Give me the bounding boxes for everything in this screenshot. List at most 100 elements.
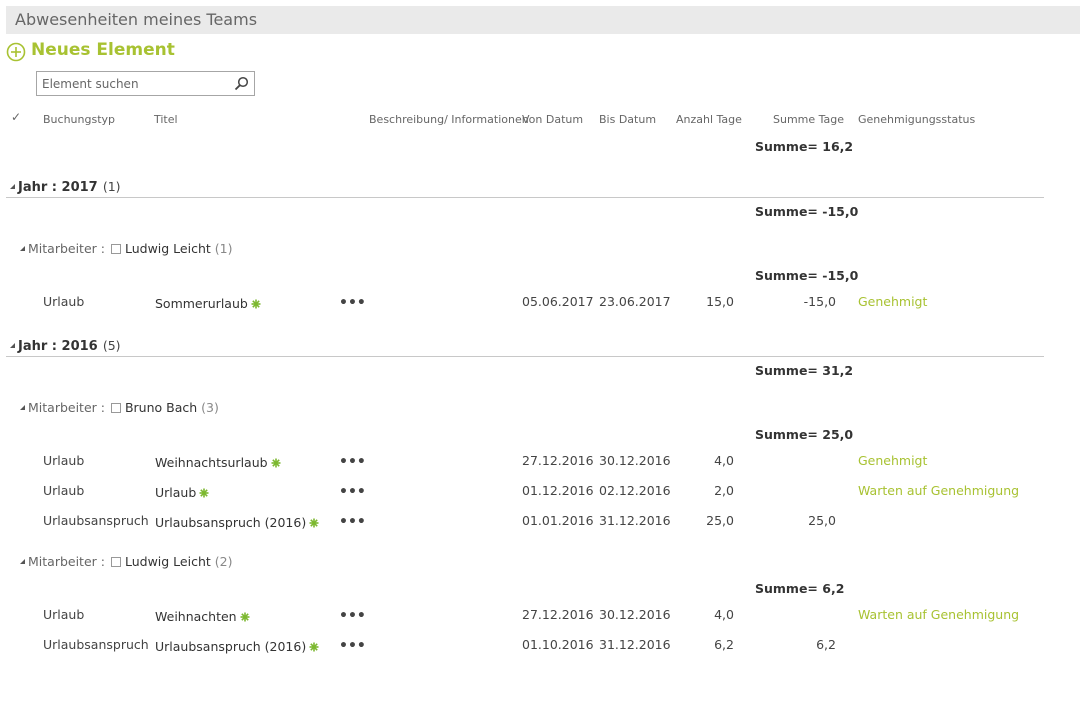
cell-von-datum: 27.12.2016: [522, 453, 594, 468]
cell-genehmigungsstatus: Warten auf Genehmigung: [858, 607, 1020, 622]
cell-von-datum: 27.12.2016: [522, 607, 594, 622]
page-title-bar: Abwesenheiten meines Teams: [6, 6, 1080, 34]
collapse-triangle-icon[interactable]: [20, 246, 25, 251]
subgroup-header-ludwig-leicht-2017[interactable]: Mitarbeiter : Ludwig Leicht (1): [20, 241, 232, 256]
title-link[interactable]: Urlaubsanspruch (2016): [155, 639, 306, 654]
column-header-von-datum[interactable]: Von Datum: [522, 113, 583, 126]
group-divider: [6, 356, 1044, 357]
cell-bis-datum: 23.06.2017: [599, 294, 671, 309]
cell-bis-datum: 02.12.2016: [599, 483, 671, 498]
cell-anzahl-tage: 6,2: [714, 637, 734, 652]
subgroup-name: Ludwig Leicht: [124, 554, 211, 569]
cell-bis-datum: 31.12.2016: [599, 637, 671, 652]
cell-von-datum: 01.12.2016: [522, 483, 594, 498]
cell-anzahl-tage: 2,0: [714, 483, 734, 498]
collapse-triangle-icon[interactable]: [10, 184, 15, 189]
collapse-triangle-icon[interactable]: [20, 559, 25, 564]
cell-buchungstyp: Urlaubsanspruch: [43, 637, 149, 652]
group-count: (1): [102, 179, 121, 194]
subgroup-header-bruno-bach[interactable]: Mitarbeiter : Bruno Bach (3): [20, 400, 219, 415]
cell-titel[interactable]: Weihnachtsurlaub: [155, 455, 281, 470]
person-checkbox-icon[interactable]: [110, 403, 121, 413]
person-checkbox-icon[interactable]: [110, 557, 121, 567]
cell-titel[interactable]: Urlaub: [155, 485, 209, 500]
more-options-button[interactable]: •••: [339, 638, 366, 654]
new-star-icon: [309, 642, 319, 652]
group-header-jahr-2016[interactable]: Jahr : 2016 (5): [10, 335, 121, 354]
title-link[interactable]: Urlaub: [155, 485, 196, 500]
group-label: Jahr : 2017: [18, 180, 98, 195]
column-header-anzahl-tage[interactable]: Anzahl Tage: [676, 113, 742, 126]
search-box: [36, 71, 255, 96]
group-divider: [6, 197, 1044, 198]
collapse-triangle-icon[interactable]: [20, 405, 25, 410]
more-options-button[interactable]: •••: [339, 454, 366, 470]
cell-summe-tage: 6,2: [816, 637, 836, 652]
new-star-icon: [309, 518, 319, 528]
collapse-triangle-icon[interactable]: [10, 343, 15, 348]
subgroup-name: Bruno Bach: [124, 400, 198, 415]
cell-von-datum: 05.06.2017: [522, 294, 594, 309]
cell-anzahl-tage: 15,0: [706, 294, 734, 309]
group-sum: Summe= -15,0: [755, 204, 859, 219]
cell-buchungstyp: Urlaub: [43, 453, 85, 468]
column-header-buchungstyp[interactable]: Buchungstyp: [43, 113, 115, 126]
select-all-check-icon[interactable]: ✓: [11, 110, 21, 124]
new-star-icon: [271, 458, 281, 468]
title-link[interactable]: Weihnachtsurlaub: [155, 455, 268, 470]
column-header-bis-datum[interactable]: Bis Datum: [599, 113, 656, 126]
subgroup-label: Mitarbeiter :: [28, 400, 105, 415]
cell-von-datum: 01.01.2016: [522, 513, 594, 528]
column-header-titel[interactable]: Titel: [154, 113, 178, 126]
title-link[interactable]: Weihnachten: [155, 609, 237, 624]
total-sum: Summe= 16,2: [755, 139, 854, 154]
cell-titel[interactable]: Sommerurlaub: [155, 296, 261, 311]
new-star-icon: [199, 488, 209, 498]
cell-genehmigungsstatus: Genehmigt: [858, 453, 928, 468]
subgroup-count: (1): [214, 241, 233, 256]
group-count: (5): [102, 338, 121, 353]
cell-bis-datum: 30.12.2016: [599, 453, 671, 468]
column-header-beschreibung[interactable]: Beschreibung/ Informationen: [369, 113, 529, 126]
column-header-genehmigungsstatus[interactable]: Genehmigungsstatus: [858, 113, 975, 126]
subgroup-sum: Summe= 25,0: [755, 427, 854, 442]
subgroup-header-ludwig-leicht-2016[interactable]: Mitarbeiter : Ludwig Leicht (2): [20, 554, 232, 569]
cell-anzahl-tage: 4,0: [714, 607, 734, 622]
group-header-jahr-2017[interactable]: Jahr : 2017 (1): [10, 176, 121, 195]
cell-anzahl-tage: 25,0: [706, 513, 734, 528]
new-item-label: Neues Element: [31, 40, 175, 60]
page-title: Abwesenheiten meines Teams: [15, 10, 258, 29]
cell-summe-tage: 25,0: [808, 513, 836, 528]
cell-anzahl-tage: 4,0: [714, 453, 734, 468]
group-sum: Summe= 31,2: [755, 363, 854, 378]
cell-genehmigungsstatus: Warten auf Genehmigung: [858, 483, 1020, 498]
more-options-button[interactable]: •••: [339, 608, 366, 624]
cell-von-datum: 01.10.2016: [522, 637, 594, 652]
cell-buchungstyp: Urlaubsanspruch: [43, 513, 149, 528]
cell-bis-datum: 31.12.2016: [599, 513, 671, 528]
subgroup-label: Mitarbeiter :: [28, 241, 105, 256]
search-input[interactable]: [37, 72, 232, 95]
cell-titel[interactable]: Urlaubsanspruch (2016): [155, 639, 319, 654]
cell-titel[interactable]: Urlaubsanspruch (2016): [155, 515, 319, 530]
subgroup-label: Mitarbeiter :: [28, 554, 105, 569]
new-star-icon: [240, 612, 250, 622]
cell-genehmigungsstatus: Genehmigt: [858, 294, 928, 309]
new-star-icon: [251, 299, 261, 309]
more-options-button[interactable]: •••: [339, 484, 366, 500]
more-options-button[interactable]: •••: [339, 295, 366, 311]
more-options-button[interactable]: •••: [339, 514, 366, 530]
subgroup-count: (3): [201, 400, 219, 415]
plus-circle-icon: [6, 42, 26, 62]
subgroup-sum: Summe= -15,0: [755, 268, 859, 283]
title-link[interactable]: Sommerurlaub: [155, 296, 248, 311]
person-checkbox-icon[interactable]: [110, 244, 121, 254]
column-header-summe-tage[interactable]: Summe Tage: [773, 113, 844, 126]
cell-buchungstyp: Urlaub: [43, 607, 85, 622]
title-link[interactable]: Urlaubsanspruch (2016): [155, 515, 306, 530]
cell-titel[interactable]: Weihnachten: [155, 609, 250, 624]
search-icon[interactable]: [234, 76, 249, 91]
cell-buchungstyp: Urlaub: [43, 294, 85, 309]
cell-summe-tage: -15,0: [803, 294, 836, 309]
subgroup-name: Ludwig Leicht: [124, 241, 211, 256]
